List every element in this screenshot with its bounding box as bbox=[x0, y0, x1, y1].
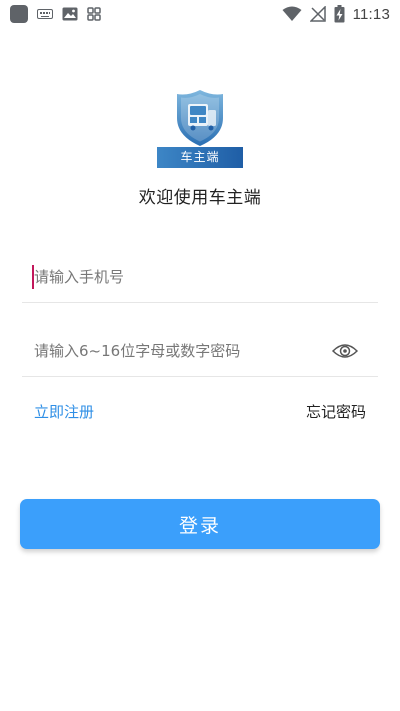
status-bar: 11:13 bbox=[0, 0, 400, 28]
wifi-icon bbox=[282, 6, 302, 21]
apps-grid-icon bbox=[87, 7, 101, 21]
eye-icon bbox=[332, 344, 358, 358]
phone-input[interactable] bbox=[34, 251, 334, 303]
phone-field-container bbox=[22, 251, 378, 303]
battery-charging-icon bbox=[334, 5, 345, 23]
login-button[interactable]: 登录 bbox=[20, 499, 380, 549]
image-icon bbox=[62, 7, 78, 21]
status-time: 11:13 bbox=[352, 5, 390, 23]
status-bar-right: 11:13 bbox=[282, 5, 390, 23]
register-link[interactable]: 立即注册 bbox=[34, 401, 94, 422]
password-input[interactable] bbox=[34, 325, 334, 377]
login-screen: 11:13 车主端 欢迎使用车主端 请输入手机号 立即注册 忘记密码 登录 bbox=[0, 0, 400, 711]
password-field-container bbox=[22, 325, 378, 377]
status-bar-left bbox=[10, 5, 101, 23]
app-logo: 车主端 bbox=[157, 88, 243, 168]
keyboard-icon bbox=[37, 9, 53, 19]
forgot-password-link[interactable]: 忘记密码 bbox=[306, 401, 366, 422]
welcome-title: 欢迎使用车主端 bbox=[138, 188, 262, 208]
password-visibility-toggle[interactable] bbox=[332, 338, 358, 364]
no-signal-icon bbox=[309, 6, 326, 22]
logo-badge-text: 车主端 bbox=[180, 150, 220, 164]
app-notification-icon bbox=[10, 5, 28, 23]
